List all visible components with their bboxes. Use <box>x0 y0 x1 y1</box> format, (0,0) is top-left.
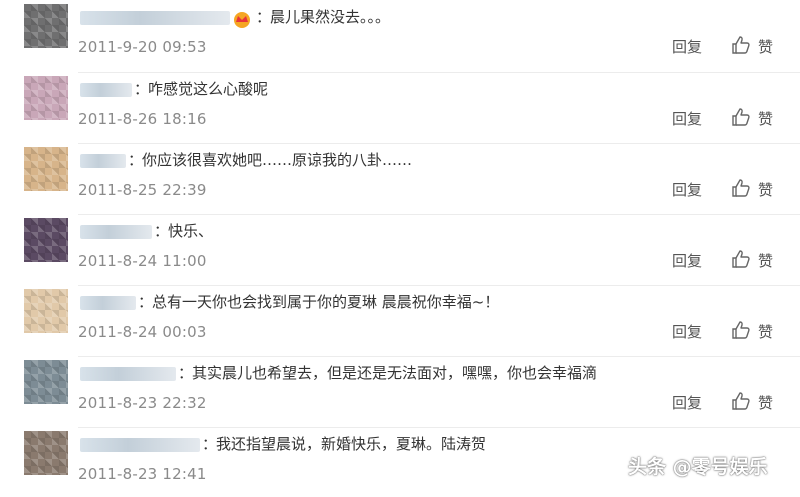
comment-item: ： 快乐、 2011-8-24 11:00 回复 赞 <box>0 214 800 284</box>
comment-item: ： 你应该很喜欢她吧……原谅我的八卦…… 2011-8-25 22:39 回复 … <box>0 143 800 213</box>
like-label: 赞 <box>758 181 774 199</box>
comment-time: 2011-8-23 22:32 <box>78 394 207 412</box>
reply-button[interactable]: 回复 <box>672 321 702 342</box>
username-blurred[interactable] <box>80 11 230 25</box>
username-blurred[interactable] <box>80 225 152 239</box>
avatar[interactable] <box>24 431 68 475</box>
reply-button[interactable]: 回复 <box>672 250 702 271</box>
comment-item: ： 咋感觉这么心酸呢 2011-8-26 18:16 回复 赞 <box>0 72 800 142</box>
thumbs-up-icon <box>732 392 750 410</box>
colon: ： <box>256 8 272 26</box>
comment-text: 晨儿果然没去。。。 <box>270 8 391 26</box>
comment-text: 你应该很喜欢她吧……原谅我的八卦…… <box>142 151 413 169</box>
reply-button[interactable]: 回复 <box>672 179 702 200</box>
thumbs-up-icon <box>732 36 750 54</box>
thumbs-up-icon <box>732 179 750 197</box>
like-label: 赞 <box>758 252 774 270</box>
comment-text: 我还指望晨说，新婚快乐，夏琳。陆涛贺 <box>216 435 487 453</box>
comment-time: 2011-8-25 22:39 <box>78 181 207 199</box>
username-blurred[interactable] <box>80 83 132 97</box>
like-button[interactable]: 赞 <box>730 248 790 270</box>
colon: ： <box>154 222 170 240</box>
colon: ： <box>138 293 154 311</box>
comment-time: 2011-8-24 00:03 <box>78 323 207 341</box>
comment-time: 2011-8-26 18:16 <box>78 110 207 128</box>
username-blurred[interactable] <box>80 154 126 168</box>
like-label: 赞 <box>758 394 774 412</box>
avatar[interactable] <box>24 289 68 333</box>
username-blurred[interactable] <box>80 438 200 452</box>
comment-text: 总有一天你也会找到属于你的夏琳 晨晨祝你幸福~！ <box>152 293 500 311</box>
thumbs-up-icon <box>732 321 750 339</box>
colon: ： <box>202 435 218 453</box>
like-button[interactable]: 赞 <box>730 319 790 341</box>
comment-time: 2011-8-24 11:00 <box>78 252 207 270</box>
reply-button[interactable]: 回复 <box>672 36 702 57</box>
comment-item: ： 总有一天你也会找到属于你的夏琳 晨晨祝你幸福~！ 2011-8-24 00:… <box>0 285 800 355</box>
comment-item: ： 晨儿果然没去。。。 2011-9-20 09:53 回复 赞 <box>0 0 800 70</box>
thumbs-up-icon <box>732 250 750 268</box>
like-button[interactable]: 赞 <box>730 177 790 199</box>
like-button[interactable]: 赞 <box>730 106 790 128</box>
avatar[interactable] <box>24 218 68 262</box>
colon: ： <box>178 364 194 382</box>
like-label: 赞 <box>758 323 774 341</box>
colon: ： <box>128 151 144 169</box>
like-label: 赞 <box>758 110 774 128</box>
like-label: 赞 <box>758 38 774 56</box>
avatar[interactable] <box>24 76 68 120</box>
vip-crown-icon <box>234 12 250 28</box>
comment-item: ： 其实晨儿也希望去，但是还是无法面对，嘿嘿，你也会幸福滴 2011-8-23 … <box>0 356 800 426</box>
avatar[interactable] <box>24 147 68 191</box>
comment-text: 咋感觉这么心酸呢 <box>148 80 269 98</box>
username-blurred[interactable] <box>80 367 176 381</box>
like-button[interactable]: 赞 <box>730 34 790 56</box>
thumbs-up-icon <box>732 108 750 126</box>
username-blurred[interactable] <box>80 296 136 310</box>
comment-list: ： 晨儿果然没去。。。 2011-9-20 09:53 回复 赞 ： 咋感觉这么… <box>0 0 800 497</box>
avatar[interactable] <box>24 360 68 404</box>
reply-button[interactable]: 回复 <box>672 108 702 129</box>
comment-text: 其实晨儿也希望去，但是还是无法面对，嘿嘿，你也会幸福滴 <box>192 364 598 382</box>
like-button[interactable]: 赞 <box>730 390 790 412</box>
reply-button[interactable]: 回复 <box>672 392 702 413</box>
watermark: 头条 @零号娱乐 <box>628 456 768 478</box>
avatar[interactable] <box>24 4 68 48</box>
comment-text: 快乐、 <box>168 222 214 240</box>
comment-time: 2011-8-23 12:41 <box>78 465 207 483</box>
comment-time: 2011-9-20 09:53 <box>78 38 207 56</box>
colon: ： <box>134 80 150 98</box>
